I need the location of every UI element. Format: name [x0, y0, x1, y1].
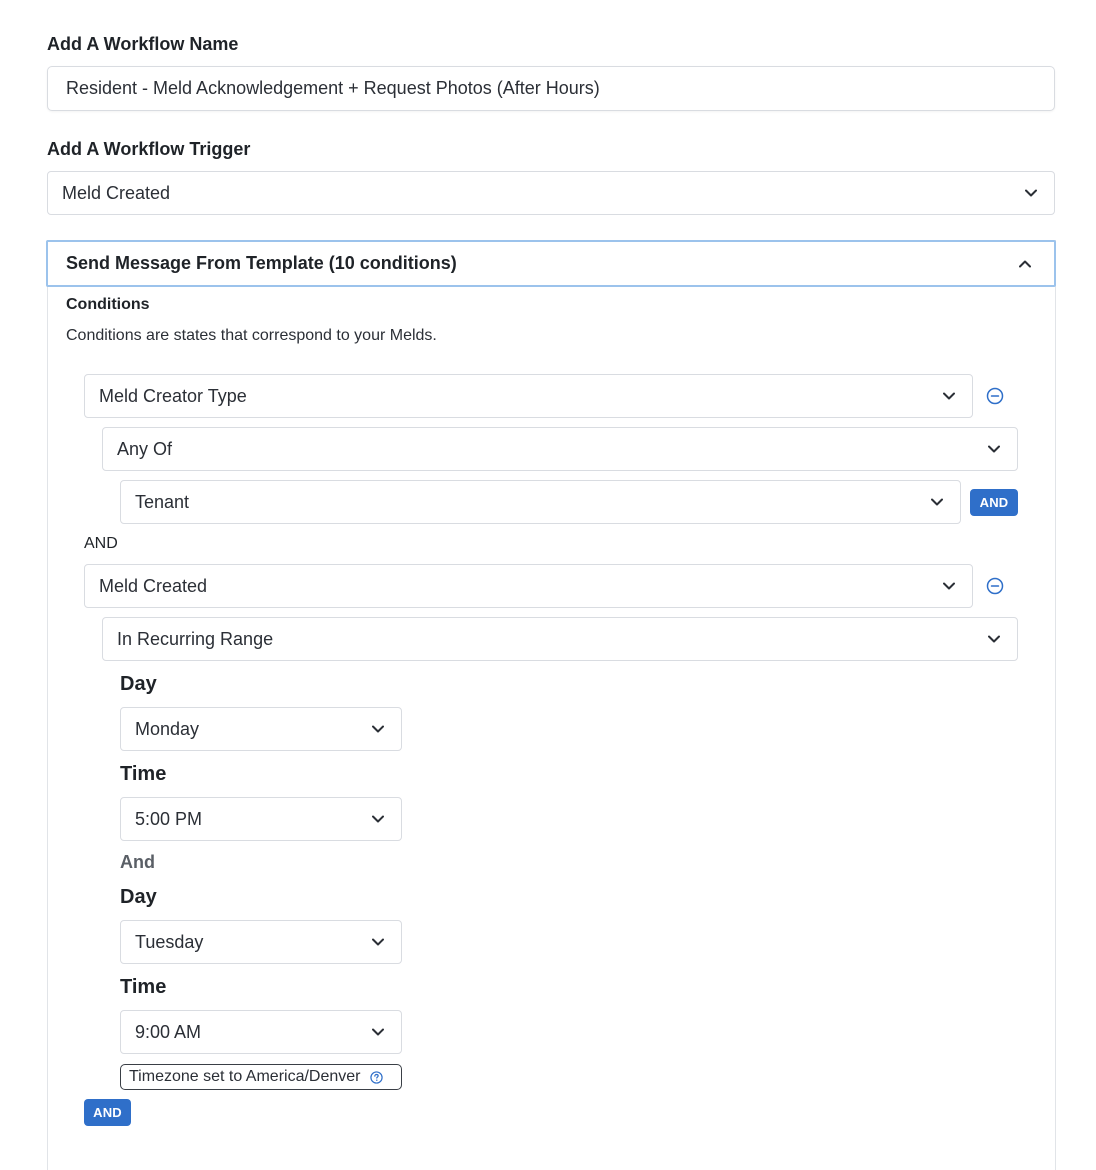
range-and-text: And — [120, 852, 155, 872]
conditions-description: Conditions are states that correspond to… — [66, 327, 437, 344]
chevron-down-icon — [371, 935, 385, 949]
condition-1-value-select[interactable]: Tenant — [120, 480, 961, 524]
start-day-label: Day — [120, 673, 157, 695]
end-day-select[interactable]: Tuesday — [120, 920, 402, 964]
chevron-down-icon — [942, 579, 956, 593]
help-icon[interactable] — [369, 1070, 383, 1084]
action-accordion-title: Send Message From Template (10 condition… — [66, 253, 457, 273]
chevron-down-icon — [371, 1025, 385, 1039]
end-time-label: Time — [120, 976, 167, 998]
chevron-down-icon — [987, 442, 1001, 456]
action-accordion-header[interactable]: Send Message From Template (10 condition… — [46, 240, 1056, 287]
remove-condition-1-icon[interactable] — [986, 387, 1004, 405]
condition-2-operator-value: In Recurring Range — [117, 628, 274, 649]
condition-2-field-select[interactable]: Meld Created — [84, 564, 973, 608]
chevron-down-icon — [942, 389, 956, 403]
workflow-trigger-select[interactable]: Meld Created — [47, 171, 1055, 215]
end-day-value: Tuesday — [135, 931, 204, 952]
condition-2-and-button[interactable]: AND — [84, 1099, 131, 1126]
condition-1-field-select[interactable]: Meld Creator Type — [84, 374, 973, 418]
end-time-select[interactable]: 9:00 AM — [120, 1010, 402, 1054]
chevron-down-icon — [371, 812, 385, 826]
condition-1-field-value: Meld Creator Type — [99, 385, 247, 406]
end-time-value: 9:00 AM — [135, 1021, 202, 1042]
condition-1-and-button[interactable]: AND — [970, 489, 1018, 516]
timezone-note: Timezone set to America/Denver — [120, 1064, 402, 1090]
chevron-down-icon — [1024, 186, 1038, 200]
timezone-note-text: Timezone set to America/Denver — [129, 1068, 361, 1085]
condition-joiner: AND — [84, 535, 118, 552]
remove-condition-2-icon[interactable] — [986, 577, 1004, 595]
condition-1-value: Tenant — [135, 491, 190, 512]
workflow-trigger-value: Meld Created — [62, 182, 171, 203]
condition-1-operator-value: Any Of — [117, 438, 173, 459]
chevron-up-icon — [1018, 257, 1032, 271]
workflow-name-label: Add A Workflow Name — [47, 34, 239, 54]
start-time-select[interactable]: 5:00 PM — [120, 797, 402, 841]
conditions-heading: Conditions — [66, 296, 150, 313]
start-day-value: Monday — [135, 718, 200, 739]
end-day-label: Day — [120, 886, 157, 908]
chevron-down-icon — [930, 495, 944, 509]
start-time-value: 5:00 PM — [135, 808, 203, 829]
condition-1-operator-select[interactable]: Any Of — [102, 427, 1018, 471]
condition-2-field-value: Meld Created — [99, 575, 208, 596]
chevron-down-icon — [987, 632, 1001, 646]
workflow-name-value: Resident - Meld Acknowledgement + Reques… — [66, 78, 600, 98]
start-time-label: Time — [120, 763, 167, 785]
chevron-down-icon — [371, 722, 385, 736]
workflow-name-input[interactable]: Resident - Meld Acknowledgement + Reques… — [47, 66, 1055, 111]
condition-2-operator-select[interactable]: In Recurring Range — [102, 617, 1018, 661]
start-day-select[interactable]: Monday — [120, 707, 402, 751]
workflow-trigger-label: Add A Workflow Trigger — [47, 139, 251, 159]
